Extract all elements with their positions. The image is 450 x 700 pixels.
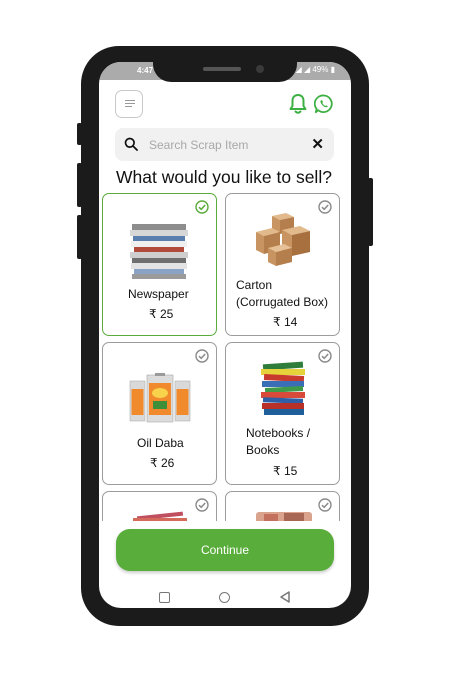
books-image (261, 361, 305, 415)
item-card-notebooks-books[interactable]: Notebooks / Books ₹ 15 (225, 342, 340, 485)
item-card-newspaper[interactable]: Newspaper ₹ 25 (102, 193, 217, 336)
item-price: ₹ 26 (150, 456, 175, 470)
item-image (133, 511, 187, 521)
menu-icon-line (125, 103, 135, 104)
clear-search-icon[interactable]: ✕ (311, 135, 324, 153)
whatsapp-icon[interactable] (314, 94, 334, 114)
continue-button[interactable]: Continue (116, 529, 334, 571)
status-time: 4:47 (137, 66, 154, 75)
menu-button[interactable] (115, 90, 143, 118)
bell-icon[interactable] (288, 93, 308, 115)
item-price: ₹ 25 (149, 307, 174, 321)
page-title: What would you like to sell? (116, 167, 332, 187)
search-bar[interactable]: Search Scrap Item ✕ (115, 128, 334, 161)
search-input[interactable]: Search Scrap Item (149, 138, 248, 152)
check-circle-icon (195, 498, 209, 512)
scrap-item-grid: Newspaper ₹ 25 Carton (Corrugated Box) ₹… (99, 193, 351, 521)
newspaper-image (130, 224, 188, 279)
oil-tin-image (129, 373, 191, 423)
item-name: Newspaper (128, 287, 189, 301)
item-name: Oil Daba (137, 436, 184, 450)
item-price: ₹ 14 (273, 315, 298, 329)
item-card-partial-2[interactable] (225, 491, 340, 521)
front-camera (256, 65, 264, 73)
speaker-grille (203, 67, 241, 71)
recent-apps-icon[interactable] (159, 592, 170, 603)
home-icon[interactable] (219, 592, 230, 603)
menu-icon (125, 100, 135, 101)
item-price: ₹ 15 (273, 464, 298, 478)
search-icon (124, 137, 138, 151)
check-circle-icon (318, 200, 332, 214)
back-icon[interactable] (279, 591, 291, 603)
item-image (256, 512, 312, 521)
menu-icon-line (125, 106, 132, 107)
check-circle-icon (195, 349, 209, 363)
item-name: Carton (Corrugated Box) (236, 278, 329, 309)
check-circle-icon (195, 200, 209, 214)
check-circle-icon (318, 349, 332, 363)
camera-notch (153, 62, 297, 82)
item-card-carton[interactable]: Carton (Corrugated Box) ₹ 14 (225, 193, 340, 336)
item-card-partial-1[interactable] (102, 491, 217, 521)
check-circle-icon (318, 498, 332, 512)
app-screen: 4:47 ◢ ◢ 49% ▮ Search Scrap Item ✕ What … (99, 62, 351, 608)
carton-image (256, 213, 310, 266)
item-card-oil-daba[interactable]: Oil Daba ₹ 26 (102, 342, 217, 485)
system-nav-bar (99, 588, 351, 608)
item-name: Notebooks / Books (246, 426, 311, 457)
status-icons: ◢ ◢ 49% ▮ (295, 65, 335, 74)
